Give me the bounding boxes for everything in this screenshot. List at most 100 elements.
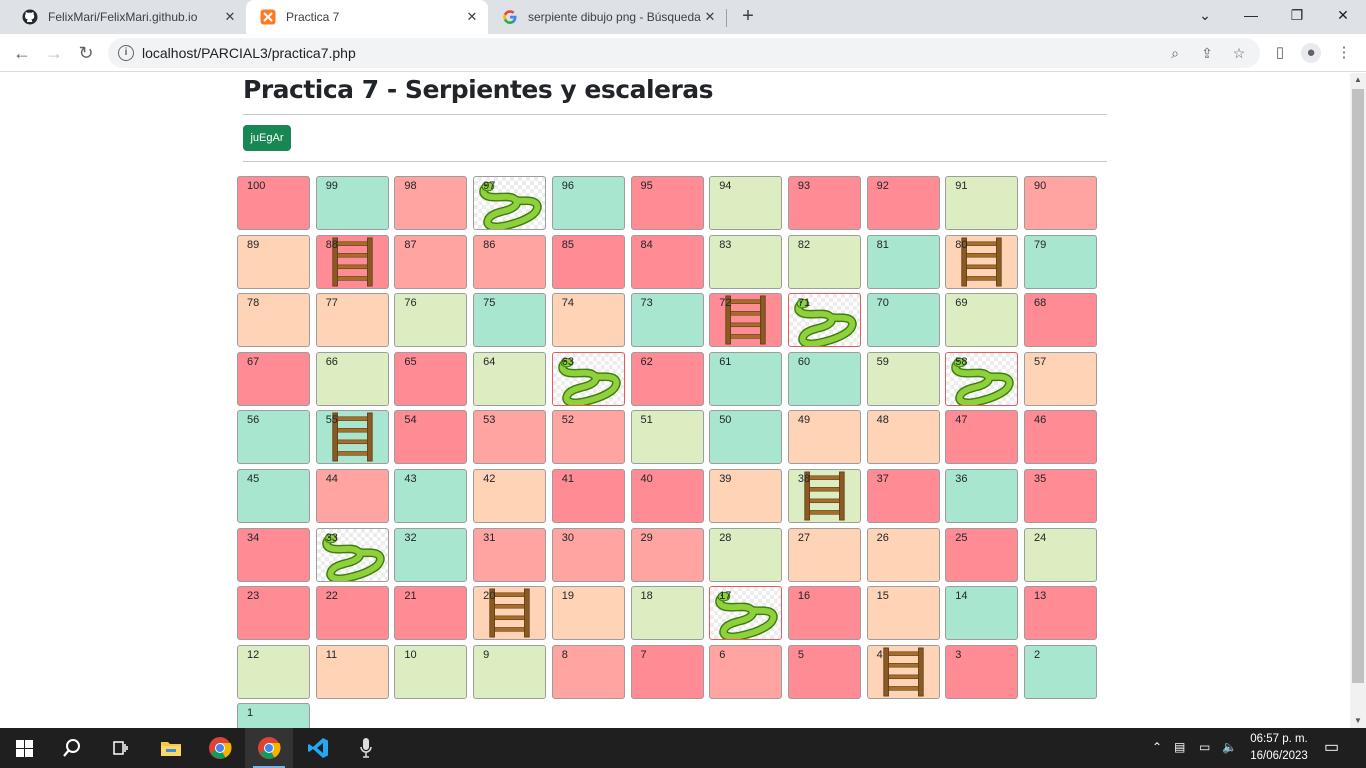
search-icon[interactable]	[48, 728, 96, 768]
board-cell: 57	[1024, 351, 1097, 406]
windows-start-icon[interactable]	[0, 728, 48, 768]
volume-icon[interactable]: 🔈	[1222, 740, 1237, 754]
page-title: Practica 7 - Serpientes y escaleras	[243, 75, 714, 104]
board-cell: 58	[945, 351, 1019, 406]
cell-number: 43	[404, 473, 417, 485]
cell-number: 22	[325, 590, 338, 603]
zoom-icon[interactable]: ⌕	[1166, 44, 1184, 62]
new-tab-button[interactable]: +	[736, 5, 760, 29]
notifications-icon[interactable]: ▭	[1324, 737, 1339, 757]
close-icon[interactable]: ✕	[222, 9, 238, 25]
board-cell: 41	[551, 469, 625, 523]
board-cell: 83	[709, 234, 783, 289]
cell-number: 74	[561, 297, 575, 310]
play-button[interactable]: juEgAr	[243, 125, 291, 151]
board-cell: 73	[630, 293, 704, 348]
board-cell: 78	[237, 293, 310, 348]
cell-number: 9	[483, 648, 490, 661]
cell-number: 2	[1034, 648, 1041, 661]
board-cell: 40	[630, 469, 704, 523]
back-button[interactable]: ←	[8, 39, 36, 67]
tab-search-button[interactable]: ⌄	[1182, 0, 1228, 30]
board-cell: 19	[551, 586, 625, 641]
cell-number: 79	[1034, 238, 1047, 251]
board-cell: 88	[315, 234, 389, 289]
page-scrollbar[interactable]: ▲ ▼	[1350, 73, 1366, 728]
address-bar[interactable]: i localhost/PARCIAL3/practica7.php ⌕ ⇪ ☆	[108, 38, 1260, 68]
cell-number: 38	[797, 473, 811, 485]
vscode-icon[interactable]	[294, 728, 342, 768]
cell-number: 90	[1034, 180, 1047, 192]
cell-number: 80	[955, 238, 968, 251]
system-clock[interactable]: 06:57 p. m. 16/06/2023	[1246, 731, 1312, 765]
cell-number: 7	[640, 648, 647, 661]
tab-practica7[interactable]: Practica 7 ✕	[246, 0, 488, 34]
maximize-button[interactable]: ❐	[1274, 0, 1320, 30]
cell-number: 37	[876, 473, 889, 485]
cell-number: 50	[719, 414, 732, 427]
cell-number: 24	[1034, 531, 1047, 544]
profile-avatar-icon[interactable]: ●	[1301, 43, 1321, 63]
file-explorer-icon[interactable]	[147, 728, 195, 768]
close-icon[interactable]: ✕	[464, 9, 480, 25]
cell-number: 40	[640, 473, 653, 485]
task-view-icon[interactable]	[96, 728, 144, 768]
board-cell: 7	[630, 644, 704, 699]
minimize-button[interactable]: —	[1228, 0, 1274, 30]
close-icon[interactable]: ✕	[702, 9, 718, 25]
board-cell: 36	[945, 469, 1019, 523]
tab-google-search[interactable]: serpiente dibujo png - Búsqueda ✕	[488, 0, 726, 34]
board-cell: 95	[630, 176, 704, 230]
cell-number: 18	[640, 590, 653, 603]
ethernet-icon[interactable]: ▭	[1199, 740, 1210, 754]
microphone-icon[interactable]	[342, 728, 390, 768]
cell-number: 36	[955, 473, 968, 485]
cell-number: 27	[797, 531, 811, 544]
tab-github[interactable]: FelixMari/FelixMari.github.io ✕	[8, 0, 246, 34]
cell-number: 26	[876, 531, 889, 544]
cell-number: 78	[247, 297, 260, 310]
chrome-icon[interactable]	[196, 728, 244, 768]
side-panel-icon[interactable]: ▯	[1270, 43, 1290, 63]
board-cell: 32	[394, 527, 468, 582]
cell-number: 91	[955, 180, 968, 192]
share-icon[interactable]: ⇪	[1198, 44, 1216, 62]
cell-number: 41	[561, 473, 575, 485]
cell-number: 59	[876, 355, 889, 368]
cell-number: 68	[1034, 297, 1047, 310]
url-text[interactable]: localhost/PARCIAL3/practica7.php	[142, 45, 356, 61]
cell-number: 73	[640, 297, 653, 310]
bookmark-star-icon[interactable]: ☆	[1230, 44, 1248, 62]
tab-title: serpiente dibujo png - Búsqueda	[528, 10, 701, 24]
chevron-up-icon[interactable]: ⌃	[1152, 740, 1162, 754]
board-cell: 86	[473, 234, 547, 289]
board-cell: 44	[315, 469, 389, 523]
cell-number: 58	[955, 355, 968, 368]
scroll-down-icon[interactable]: ▼	[1350, 714, 1366, 728]
cell-number: 47	[955, 414, 968, 427]
board-cell: 51	[630, 410, 704, 465]
board-cell: 23	[237, 586, 310, 641]
reload-button[interactable]: ↻	[72, 39, 100, 67]
cell-number: 72	[719, 297, 732, 310]
window-close-button[interactable]: ✕	[1320, 0, 1366, 30]
cell-number: 94	[719, 180, 732, 192]
board-cell: 35	[1024, 469, 1097, 523]
chrome-active-icon[interactable]	[245, 728, 293, 768]
cell-number: 19	[561, 590, 575, 603]
network-icon[interactable]: ▤	[1174, 740, 1185, 754]
scroll-up-icon[interactable]: ▲	[1350, 73, 1366, 87]
site-info-icon[interactable]: i	[118, 45, 134, 61]
scrollbar-thumb[interactable]	[1352, 89, 1364, 683]
board-cell: 67	[237, 351, 310, 406]
board-cell: 94	[709, 176, 783, 230]
board-cell: 6	[709, 644, 783, 699]
menu-kebab-icon[interactable]: ⋮	[1334, 43, 1354, 63]
board-cell: 77	[315, 293, 389, 348]
forward-button[interactable]: →	[40, 39, 68, 67]
cell-number: 65	[404, 355, 417, 368]
cell-number: 30	[561, 531, 575, 544]
board-cell: 54	[394, 410, 468, 465]
google-icon	[502, 9, 518, 25]
board-cell: 97	[473, 176, 547, 230]
